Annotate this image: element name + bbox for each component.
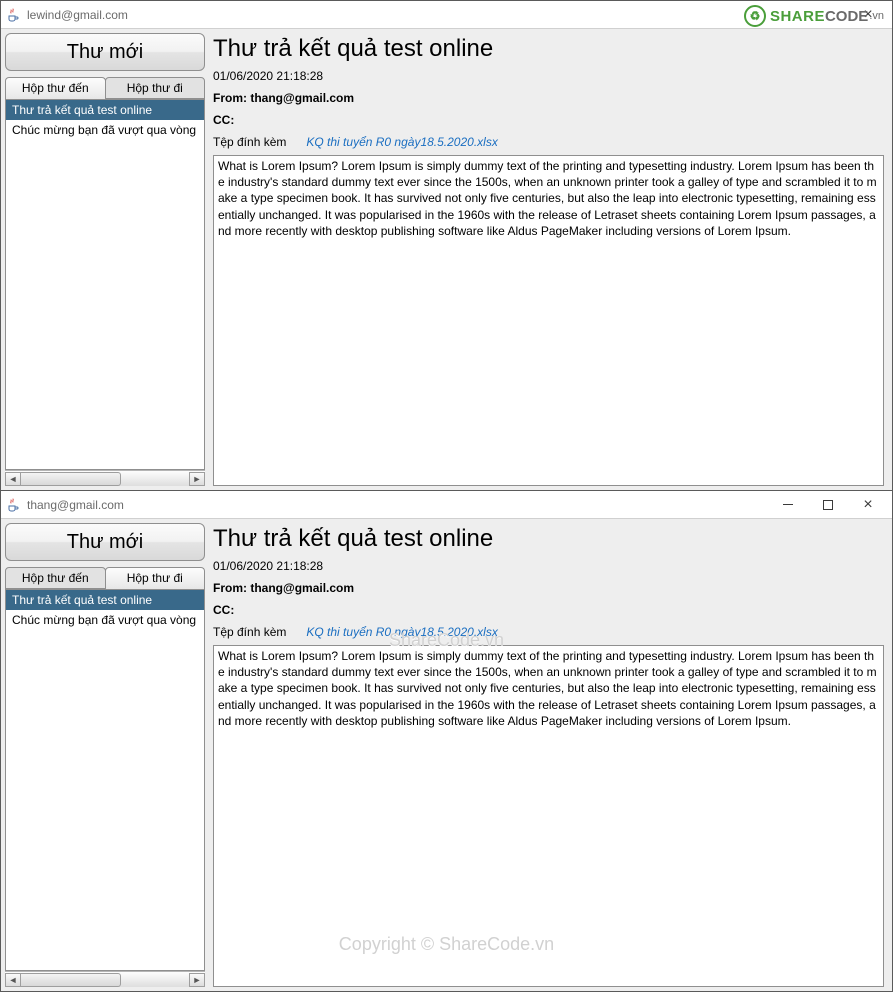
attachment-label: Tệp đính kèm [213,625,286,639]
java-icon [5,7,21,23]
email-window-inbox: ♻ SHARE CODE .vn lewind@gmail.com × Thư … [0,0,893,490]
mail-timestamp: 01/06/2020 21:18:28 [213,555,884,577]
folder-tabs: Hộp thư đến Hộp thư đi [5,567,205,589]
mail-item[interactable]: Thư trả kết quả test online [6,590,204,610]
titlebar[interactable]: lewind@gmail.com × [1,1,892,29]
scroll-left-icon[interactable]: ◄ [5,973,21,987]
mail-timestamp: 01/06/2020 21:18:28 [213,65,884,87]
scroll-thumb[interactable] [21,973,121,987]
titlebar[interactable]: thang@gmail.com × [1,491,892,519]
mail-item[interactable]: Chúc mừng bạn đã vượt qua vòng [6,120,204,140]
from-value: thang@gmail.com [250,581,354,595]
folder-tabs: Hộp thư đến Hộp thư đi [5,77,205,99]
from-label: From: [213,581,250,595]
maximize-button[interactable] [808,493,848,517]
tab-inbox[interactable]: Hộp thư đến [5,77,106,99]
mail-from: From: thang@gmail.com [213,577,884,599]
from-value: thang@gmail.com [250,91,354,105]
attachment-row: Tệp đính kèm KQ thi tuyển R0 ngày18.5.20… [213,621,884,645]
sidebar: Thư mới Hộp thư đến Hộp thư đi Thư trả k… [5,523,205,987]
client-area: Thư mới Hộp thư đến Hộp thư đi Thư trả k… [1,519,892,991]
mail-item[interactable]: Chúc mừng bạn đã vượt qua vòng [6,610,204,630]
scroll-thumb[interactable] [21,472,121,486]
close-button[interactable]: × [848,493,888,517]
mail-list[interactable]: Thư trả kết quả test online Chúc mừng bạ… [5,589,205,971]
close-icon: × [863,7,872,23]
mail-list[interactable]: Thư trả kết quả test online Chúc mừng bạ… [5,99,205,470]
java-icon [5,497,21,513]
minimize-icon [783,504,793,505]
horizontal-scrollbar[interactable]: ◄ ► [5,470,205,486]
mail-detail-pane: Thư trả kết quả test online 01/06/2020 2… [209,523,888,987]
attachment-row: Tệp đính kèm KQ thi tuyển R0 ngày18.5.20… [213,131,884,155]
tab-inbox[interactable]: Hộp thư đến [5,567,106,589]
tab-outbox[interactable]: Hộp thư đi [105,567,206,589]
mail-cc: CC: [213,109,884,131]
cc-label: CC: [213,603,234,617]
close-button[interactable]: × [848,3,888,27]
new-mail-button[interactable]: Thư mới [5,523,205,561]
cc-label: CC: [213,113,234,127]
attachment-label: Tệp đính kèm [213,135,286,149]
mail-body[interactable]: What is Lorem Ipsum? Lorem Ipsum is simp… [213,645,884,987]
maximize-icon [823,500,833,510]
horizontal-scrollbar[interactable]: ◄ ► [5,971,205,987]
mail-from: From: thang@gmail.com [213,87,884,109]
client-area: Thư mới Hộp thư đến Hộp thư đi Thư trả k… [1,29,892,490]
close-icon: × [863,497,872,513]
window-title: lewind@gmail.com [27,8,128,22]
email-window-outbox: thang@gmail.com × Thư mới Hộp thư đến Hộ… [0,490,893,992]
mail-subject: Thư trả kết quả test online [213,523,884,555]
sidebar: Thư mới Hộp thư đến Hộp thư đi Thư trả k… [5,33,205,486]
mail-detail-pane: Thư trả kết quả test online 01/06/2020 2… [209,33,888,486]
scroll-left-icon[interactable]: ◄ [5,472,21,486]
mail-item[interactable]: Thư trả kết quả test online [6,100,204,120]
attachment-link[interactable]: KQ thi tuyển R0 ngày18.5.2020.xlsx [306,625,497,639]
mail-body[interactable]: What is Lorem Ipsum? Lorem Ipsum is simp… [213,155,884,486]
mail-subject: Thư trả kết quả test online [213,33,884,65]
window-title: thang@gmail.com [27,498,124,512]
mail-cc: CC: [213,599,884,621]
from-label: From: [213,91,250,105]
tab-outbox[interactable]: Hộp thư đi [105,77,206,99]
attachment-link[interactable]: KQ thi tuyển R0 ngày18.5.2020.xlsx [306,135,497,149]
new-mail-button[interactable]: Thư mới [5,33,205,71]
scroll-right-icon[interactable]: ► [189,472,205,486]
scroll-right-icon[interactable]: ► [189,973,205,987]
minimize-button[interactable] [768,493,808,517]
